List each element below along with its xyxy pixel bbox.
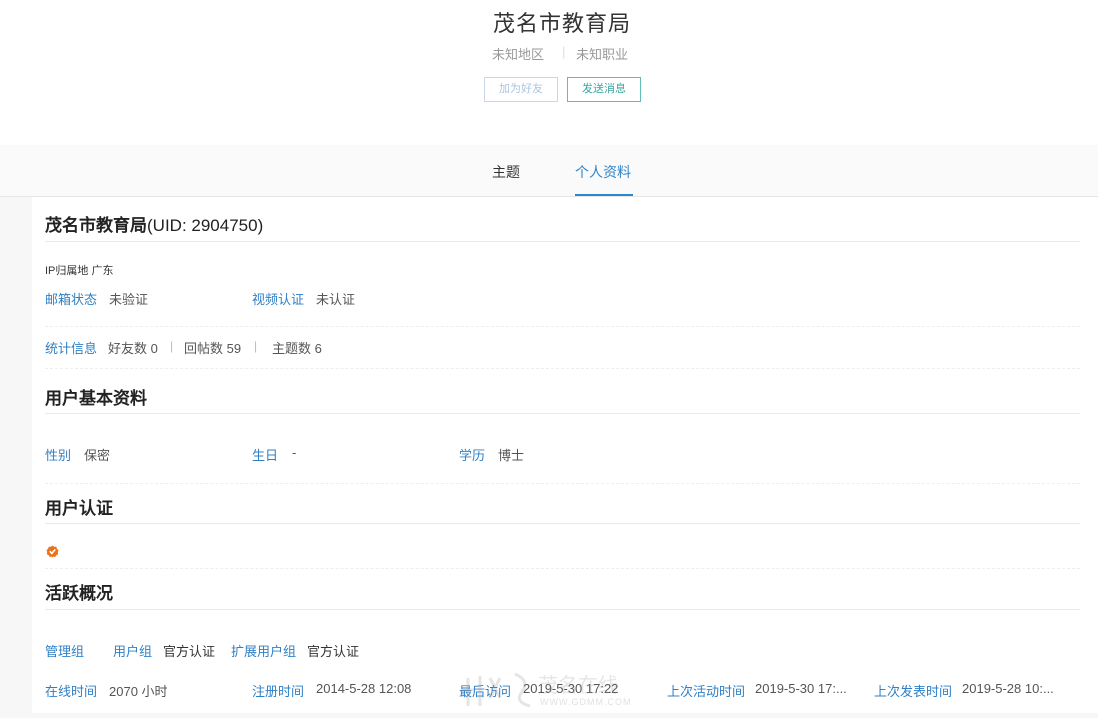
tab-profile[interactable]: 个人资料 [575, 162, 631, 182]
admin-group-label: 管理组 [45, 644, 85, 659]
active-tab-indicator [575, 194, 633, 196]
education-label: 学历 [459, 448, 486, 463]
stats-label: 统计信息 [45, 341, 98, 356]
video-verify-value: 未认证 [316, 292, 356, 307]
user-group-label: 用户组 [113, 644, 153, 659]
replies-count[interactable]: 回帖数 59 [184, 338, 241, 357]
profile-tabs: 主题 个人资料 [0, 145, 1098, 197]
education-value: 博士 [498, 448, 525, 463]
register-time-label: 注册时间 [252, 684, 305, 699]
tab-topics[interactable]: 主题 [492, 162, 520, 182]
add-friend-button[interactable]: 加为好友 [484, 77, 558, 102]
divider [45, 326, 1080, 327]
user-verify-heading: 用户认证 [45, 499, 113, 518]
ext-group-value[interactable]: 官方认证 [307, 641, 359, 660]
last-post-value: 2019-5-28 10:... [962, 681, 1054, 696]
divider [45, 523, 1080, 524]
email-status-value: 未验证 [109, 292, 149, 307]
online-time-label: 在线时间 [45, 684, 98, 699]
user-occupation: 未知职业 [576, 47, 629, 62]
divider [45, 413, 1080, 414]
online-time-value: 2070 小时 [109, 684, 168, 699]
ip-location: IP归属地 广东 [45, 265, 114, 277]
stats-separator: | [254, 339, 258, 353]
birthday-label: 生日 [252, 448, 279, 463]
profile-header: 茂名市教育局 未知地区 | 未知职业 加为好友 发送消息 [0, 0, 1098, 145]
verified-badge-icon[interactable] [46, 545, 59, 558]
last-active-value: 2019-5-30 17:... [755, 681, 847, 696]
divider [45, 241, 1080, 242]
send-message-button[interactable]: 发送消息 [567, 77, 641, 102]
last-post-label: 上次发表时间 [874, 684, 953, 699]
last-active-label: 上次活动时间 [667, 684, 746, 699]
profile-content: 茂名市教育局(UID: 2904750) IP归属地 广东 邮箱状态 未验证 视… [32, 197, 1098, 713]
meta-separator: | [562, 44, 566, 59]
user-region: 未知地区 [492, 47, 545, 62]
user-name: 茂名市教育局 [492, 11, 631, 36]
divider [45, 609, 1080, 610]
profile-uid: (UID: 2904750) [147, 216, 264, 235]
friends-count[interactable]: 好友数 0 [108, 338, 158, 357]
gender-label: 性别 [45, 448, 72, 463]
divider [45, 368, 1080, 369]
basic-info-heading: 用户基本资料 [45, 389, 147, 408]
last-visit-value: 2019-5-30 17:22 [523, 681, 619, 696]
gender-value: 保密 [84, 448, 111, 463]
birthday-value: - [292, 445, 297, 460]
divider [45, 568, 1080, 569]
ext-group-label: 扩展用户组 [231, 644, 297, 659]
video-verify-label: 视频认证 [252, 292, 305, 307]
divider [45, 483, 1080, 484]
last-visit-label: 最后访问 [459, 684, 512, 699]
topics-count[interactable]: 主题数 6 [272, 338, 322, 357]
activity-heading: 活跃概况 [45, 584, 113, 603]
user-group-value[interactable]: 官方认证 [163, 641, 215, 660]
profile-title: 茂名市教育局(UID: 2904750) [45, 211, 263, 236]
profile-title-name: 茂名市教育局 [45, 216, 147, 235]
register-time-value: 2014-5-28 12:08 [316, 681, 412, 696]
email-status-label: 邮箱状态 [45, 292, 98, 307]
stats-separator: | [170, 339, 174, 353]
